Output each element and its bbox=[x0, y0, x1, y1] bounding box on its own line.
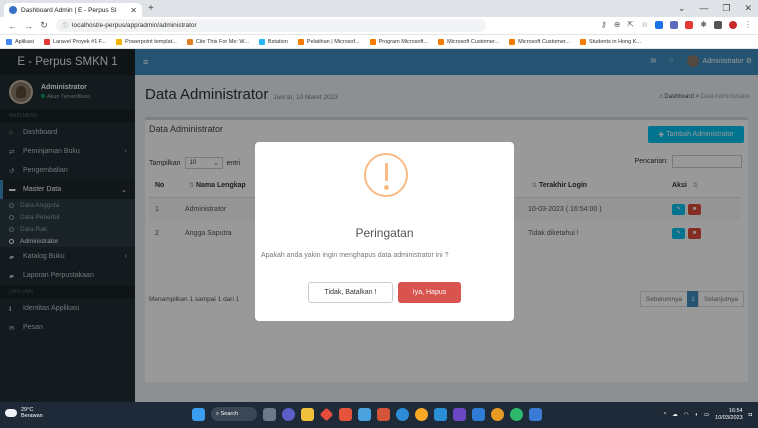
app-icon[interactable] bbox=[529, 407, 542, 421]
bookmark-icon bbox=[6, 38, 12, 45]
warning-icon bbox=[364, 153, 408, 197]
tab-title: Dashboard Admin | E - Perpus SI bbox=[21, 6, 117, 14]
bookmark-item[interactable]: Laravel Proyek #1 F... bbox=[43, 38, 107, 45]
taskbar-apps: ⌕ Search bbox=[192, 407, 542, 421]
cancel-button[interactable]: Tidak, Batalkan ! bbox=[308, 282, 393, 303]
dialog-text: Apakah anda yakin ingin menghapus data a… bbox=[261, 252, 449, 259]
zoom-icon[interactable]: ⊕ bbox=[614, 20, 621, 29]
battery-icon[interactable]: ▭ bbox=[704, 412, 709, 418]
confirm-delete-button[interactable]: Iya, Hapus bbox=[398, 282, 461, 303]
bookmark-label: Program Microsoft... bbox=[378, 38, 429, 45]
puzzle-icon[interactable]: ✱ bbox=[700, 20, 707, 29]
system-tray: ^ ☁ ◠ ◖ ▭ 16:54 10/03/2023 ◘ bbox=[664, 408, 752, 422]
bookmark-item[interactable]: Powerpoint templat... bbox=[116, 38, 177, 45]
app-icon[interactable] bbox=[453, 407, 466, 421]
clock[interactable]: 16:54 10/03/2023 bbox=[715, 408, 743, 422]
favicon-icon bbox=[9, 6, 17, 14]
dialog-title: Peringatan bbox=[355, 226, 414, 240]
taskbar: 29°C Berawan ⌕ Search ^ ☁ ◠ ◖ ▭ 16:54 10/0… bbox=[0, 402, 758, 428]
bookmark-label: Microsoft Customer... bbox=[447, 38, 500, 45]
confirm-dialog: Peringatan Apakah anda yakin ingin mengh… bbox=[255, 142, 514, 321]
window-controls: ⌄ — ❐ ✕ bbox=[678, 3, 752, 14]
windows-start-icon[interactable] bbox=[192, 407, 205, 421]
share-icon[interactable]: ⇱ bbox=[627, 20, 634, 29]
profile-icon[interactable] bbox=[729, 20, 737, 29]
wifi-icon[interactable]: ◠ bbox=[684, 412, 689, 418]
bookmark-item[interactable]: Microsoft Customer... bbox=[509, 38, 571, 45]
browser-tab-strip: Dashboard Admin | E - Perpus SI ✕ + ⌄ — … bbox=[0, 0, 758, 17]
url-text: localhost/e-perpus/app/admin/administrat… bbox=[72, 22, 197, 29]
bookmark-icon bbox=[116, 38, 123, 45]
bookmark-label: Aplikasi bbox=[15, 38, 34, 45]
vscode-icon[interactable] bbox=[434, 407, 447, 421]
whatsapp-icon[interactable] bbox=[510, 407, 523, 421]
bookmark-item[interactable]: Cite This For Me: W... bbox=[186, 38, 249, 45]
bookmark-icon bbox=[580, 38, 587, 45]
close-tab-icon[interactable]: ✕ bbox=[130, 6, 137, 15]
bookmark-icon bbox=[438, 38, 445, 45]
reload-icon[interactable]: ↻ bbox=[40, 20, 48, 31]
extension-icon[interactable] bbox=[685, 20, 694, 29]
minimize-icon[interactable]: — bbox=[699, 3, 708, 14]
bookmark-label: Laravel Proyek #1 F... bbox=[52, 38, 107, 45]
volume-icon[interactable]: ◖ bbox=[695, 412, 698, 418]
address-input[interactable]: ⓘ localhost/e-perpus/app/admin/administr… bbox=[56, 19, 486, 32]
taskbar-search[interactable]: ⌕ Search bbox=[211, 407, 257, 421]
app-icon[interactable] bbox=[472, 407, 485, 421]
bookmark-icon bbox=[297, 38, 304, 45]
info-icon: ⓘ bbox=[62, 24, 69, 30]
weather-desc: Berawan bbox=[21, 413, 43, 419]
menu-dots-icon[interactable]: ⋮ bbox=[744, 20, 752, 29]
notification-icon[interactable]: ◘ bbox=[749, 412, 752, 418]
address-toolbar: ← → ↻ ⓘ localhost/e-perpus/app/admin/adm… bbox=[0, 17, 758, 35]
bookmarks-bar: Aplikasi Laravel Proyek #1 F... Powerpoint… bbox=[0, 35, 758, 49]
browser-tab[interactable]: Dashboard Admin | E - Perpus SI ✕ bbox=[4, 3, 142, 17]
maximize-icon[interactable]: ❐ bbox=[722, 3, 730, 14]
extension-icon[interactable] bbox=[655, 20, 664, 29]
key-icon[interactable]: ⚷ bbox=[601, 20, 607, 29]
bookmark-label: Pelatihan | Microsof... bbox=[306, 38, 360, 45]
bookmark-label: Cite This For Me: W... bbox=[195, 38, 249, 45]
chevron-down-icon[interactable]: ⌄ bbox=[678, 3, 686, 14]
bookmark-item[interactable]: Pelatihan | Microsof... bbox=[297, 38, 360, 45]
app-icon[interactable] bbox=[339, 407, 352, 421]
search-icon: ⌕ bbox=[216, 410, 220, 417]
app-icon[interactable] bbox=[319, 407, 334, 421]
bookmark-icon bbox=[369, 38, 376, 45]
weather-widget[interactable]: 29°C Berawan bbox=[5, 407, 43, 419]
bookmark-item[interactable]: Program Microsoft... bbox=[369, 38, 429, 45]
bookmark-item[interactable]: Aplikasi bbox=[6, 38, 34, 45]
taskview-icon[interactable] bbox=[263, 407, 276, 421]
bookmark-icon bbox=[258, 38, 265, 45]
bookmark-label: Bstation bbox=[267, 38, 288, 45]
bookmark-icon bbox=[43, 38, 50, 45]
explorer-icon[interactable] bbox=[301, 407, 314, 421]
sidepanel-icon[interactable] bbox=[714, 20, 722, 29]
bookmark-item[interactable]: Microsoft Customer... bbox=[438, 38, 500, 45]
bookmark-label: Microsoft Customer... bbox=[518, 38, 571, 45]
app-icon[interactable] bbox=[358, 407, 371, 421]
forward-icon[interactable]: → bbox=[24, 21, 33, 31]
chat-icon[interactable] bbox=[282, 407, 295, 421]
chevron-up-icon[interactable]: ^ bbox=[664, 412, 667, 418]
app-icon[interactable] bbox=[491, 407, 504, 421]
bookmark-label: Powerpoint templat... bbox=[125, 38, 177, 45]
bookmark-item[interactable]: Bstation bbox=[258, 38, 288, 45]
chrome-icon[interactable] bbox=[415, 407, 428, 421]
extensions-bar: ⚷ ⊕ ⇱ ☆ ✱ ⋮ bbox=[601, 20, 752, 29]
bookmark-label: Students in Hong K... bbox=[589, 38, 642, 45]
bookmark-icon bbox=[509, 38, 516, 45]
cloud-icon[interactable]: ☁ bbox=[672, 412, 678, 418]
star-icon[interactable]: ☆ bbox=[641, 20, 648, 29]
back-icon[interactable]: ← bbox=[8, 21, 17, 31]
new-tab-button[interactable]: + bbox=[148, 3, 154, 14]
close-window-icon[interactable]: ✕ bbox=[744, 3, 752, 14]
bookmark-icon bbox=[186, 38, 193, 45]
cloud-icon bbox=[5, 409, 17, 417]
extension-icon[interactable] bbox=[670, 20, 679, 29]
app-icon[interactable] bbox=[377, 407, 390, 421]
edge-icon[interactable] bbox=[396, 407, 409, 421]
bookmark-item[interactable]: Students in Hong K... bbox=[580, 38, 642, 45]
